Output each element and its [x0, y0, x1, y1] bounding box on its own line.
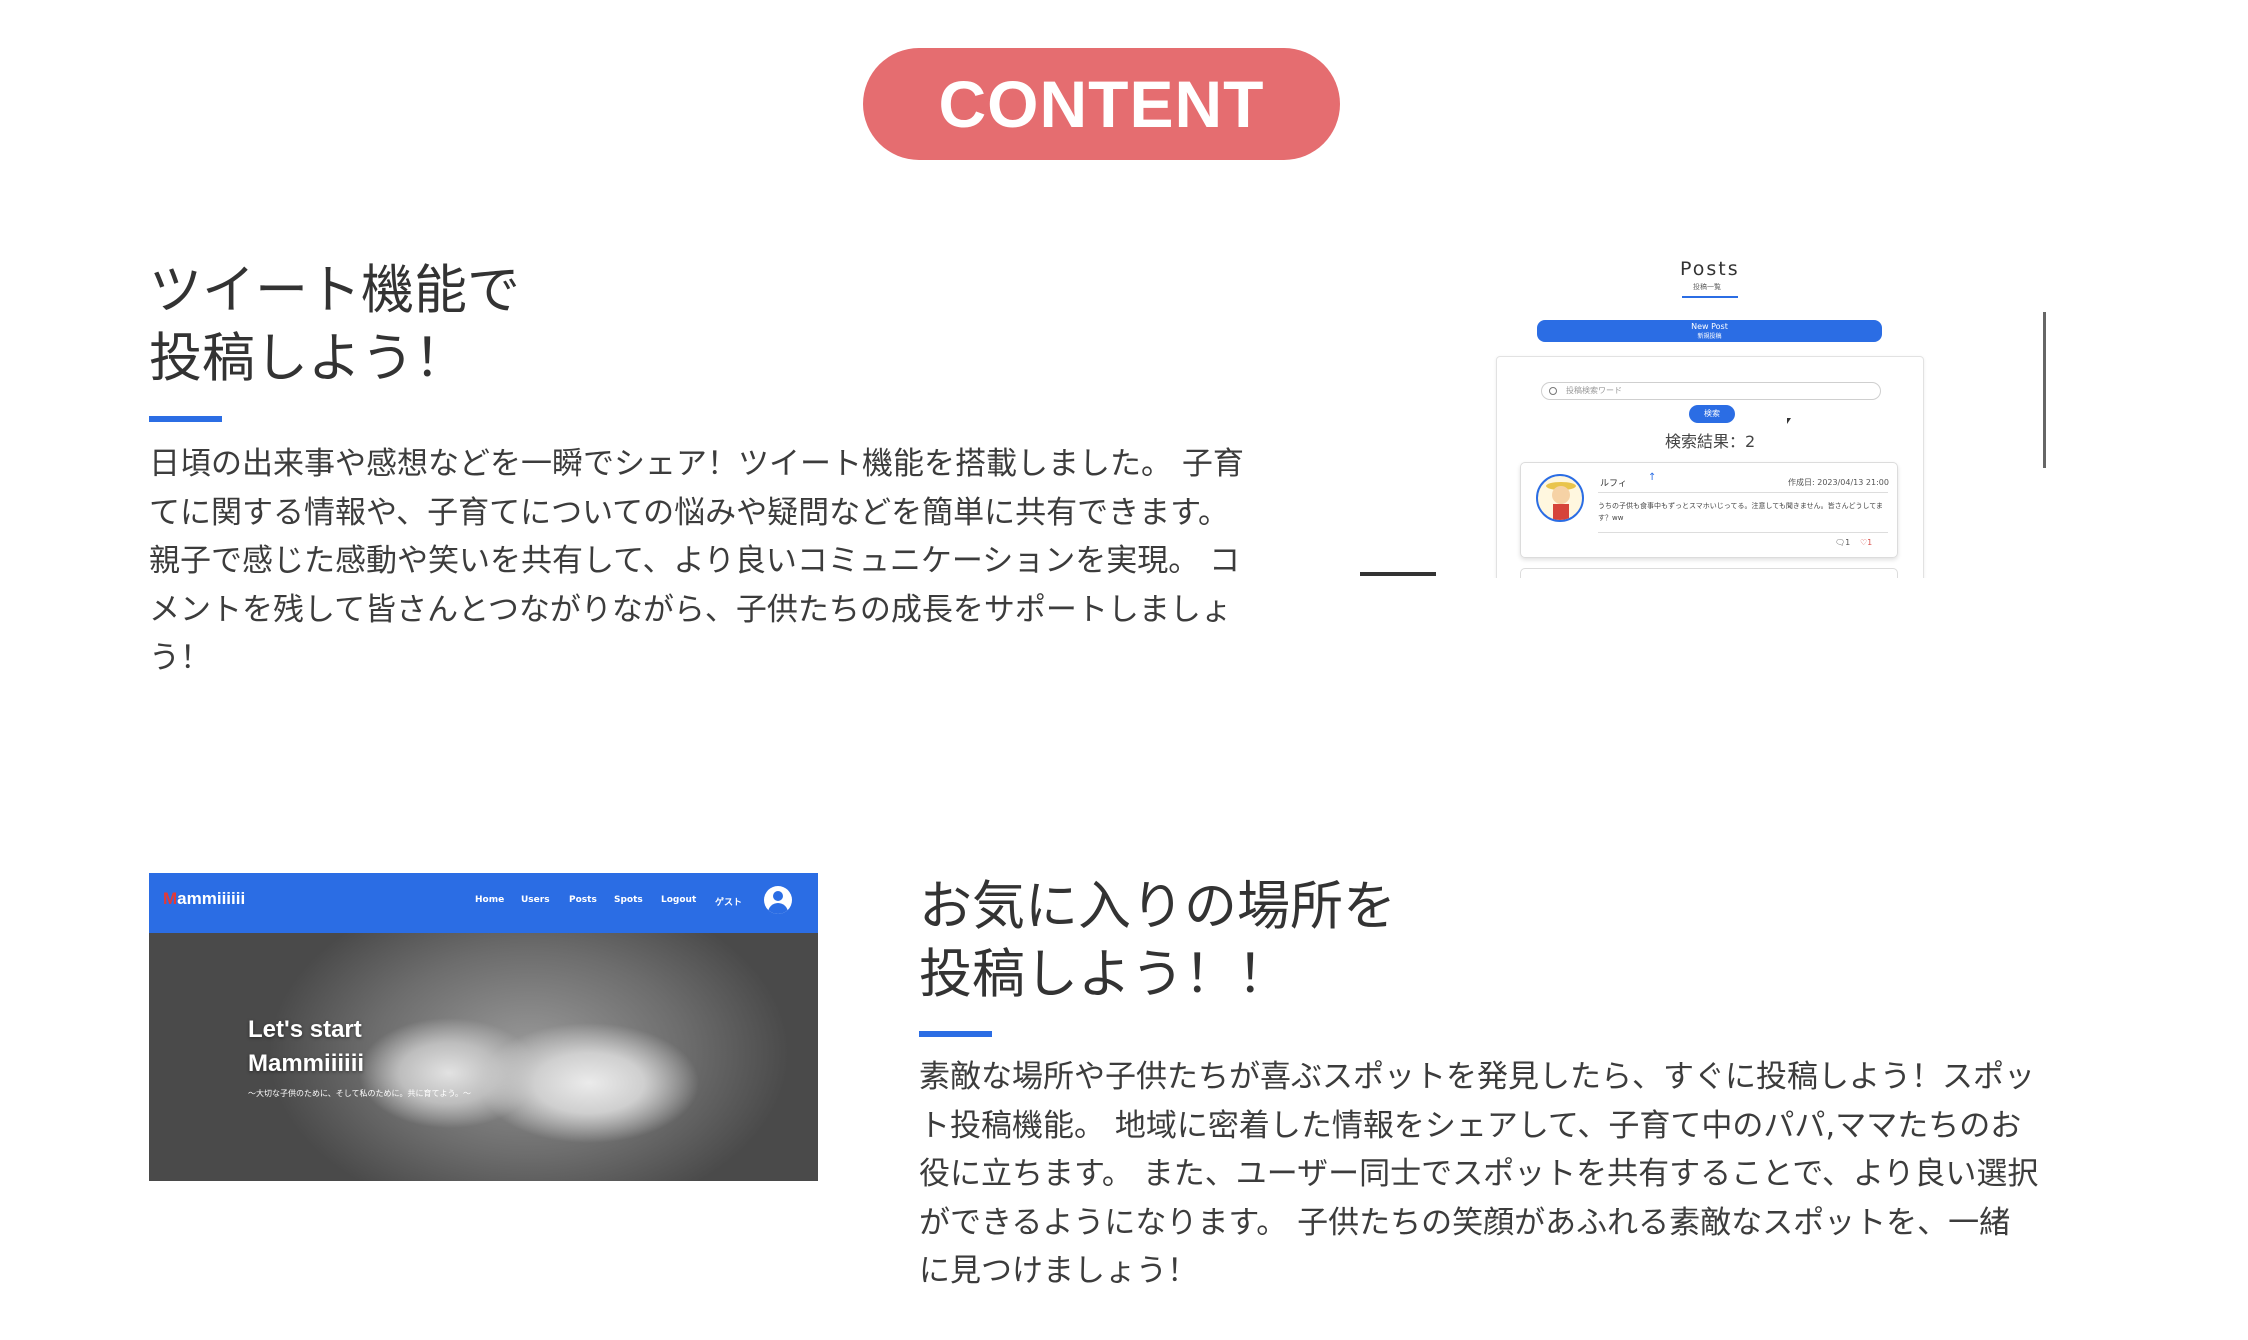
mammiiiiii-screenshot: Mammiiiiii Home Users Posts Spots Logout…: [149, 873, 818, 1181]
search-input[interactable]: 投稿検索ワード: [1541, 382, 1881, 400]
new-post-button[interactable]: New Post 新規投稿: [1537, 320, 1882, 342]
section-title-tweet: ツイート機能で 投稿しよう！: [149, 257, 520, 393]
section-description-tweet: 日頃の出来事や感想などを一瞬でシェア！ツイート機能を搭載しました。 子育てに関す…: [149, 446, 1244, 676]
search-result-count: 検索結果：2: [1665, 432, 1756, 451]
section-title-line2: 投稿しよう！: [149, 328, 467, 389]
search-icon: [1549, 387, 1557, 395]
posts-subtitle: 投稿一覧: [1693, 283, 1721, 291]
section-title-line2: 投稿しよう！！: [919, 944, 1290, 1005]
hero-title-line1: Let's start: [248, 1016, 362, 1043]
post-date: 作成日: 2023/04/13 21:00: [1788, 478, 1889, 487]
title-underline: [919, 1031, 992, 1037]
content-badge: CONTENT: [863, 48, 1340, 160]
mouse-cursor-icon: [1787, 418, 1791, 424]
title-underline: [149, 416, 222, 422]
user-icon-shoulders: [768, 903, 788, 914]
brand-rest: ammiiiiii: [177, 889, 246, 908]
avatar[interactable]: [1536, 474, 1584, 522]
section-title-line1: ツイート機能で: [149, 260, 520, 321]
comment-count[interactable]: 🗨1: [1835, 538, 1850, 547]
post-username[interactable]: ルフィ: [1600, 476, 1627, 489]
nav-posts[interactable]: Posts: [569, 895, 597, 905]
avatar-body: [1553, 504, 1569, 520]
nav-home[interactable]: Home: [475, 895, 504, 905]
section-description-spots: 素敵な場所や子供たちが喜ぶスポットを発見したら、すぐに投稿しよう！スポット投稿機…: [919, 1059, 2039, 1289]
post-card[interactable]: [1520, 568, 1898, 578]
hero-title: Let's start Mammiiiiii: [248, 1013, 364, 1081]
avatar-face: [1552, 486, 1570, 504]
user-icon-head: [773, 891, 783, 901]
post-text: うちの子供も食事中もずっとスマホいじってる。注意しても聞きません。皆さんどうして…: [1598, 502, 1883, 522]
hero-subtitle: ～大切な子供のために、そして私のために。共に育てよう。～: [248, 1089, 472, 1098]
nav-guest[interactable]: ゲスト: [715, 895, 742, 908]
scrollbar[interactable]: [2043, 312, 2046, 468]
new-post-label: New Post: [1691, 322, 1728, 331]
section-title-spots: お気に入りの場所を 投稿しよう！！: [919, 873, 1396, 1009]
posts-title-underline: [1682, 296, 1738, 298]
section-title-line1: お気に入りの場所を: [919, 876, 1396, 937]
comment-count-value: 1: [1845, 538, 1851, 547]
brand-initial: M: [163, 889, 178, 908]
search-button[interactable]: 検索: [1689, 405, 1735, 423]
navbar: Mammiiiiii Home Users Posts Spots Logout…: [149, 873, 818, 933]
divider: [1360, 572, 1436, 576]
comment-icon: 🗨: [1835, 538, 1846, 547]
brand-logo[interactable]: Mammiiiiii: [163, 889, 245, 909]
pin-icon: ↑: [1648, 472, 1657, 483]
user-icon[interactable]: [764, 886, 792, 914]
post-divider: [1598, 492, 1888, 493]
nav-users[interactable]: Users: [521, 895, 550, 905]
nav-spots[interactable]: Spots: [614, 895, 643, 905]
nav-logout[interactable]: Logout: [661, 895, 696, 905]
new-post-sublabel: 新規投稿: [1697, 333, 1722, 340]
like-count[interactable]: ♡1: [1860, 538, 1872, 547]
hero-title-line2: Mammiiiiii: [248, 1050, 365, 1077]
posts-title: Posts: [1680, 258, 1740, 280]
like-count-value: 1: [1867, 538, 1873, 547]
posts-screenshot: Posts 投稿一覧 New Post 新規投稿 投稿検索ワード 検索 検索結果…: [1360, 252, 2060, 578]
post-divider: [1598, 532, 1888, 533]
